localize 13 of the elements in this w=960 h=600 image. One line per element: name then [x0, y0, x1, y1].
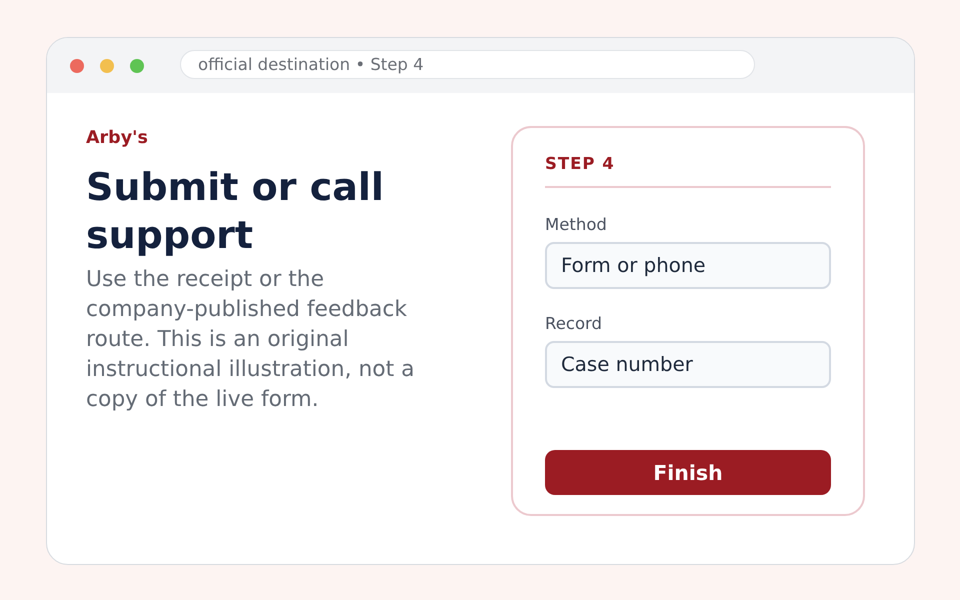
- description-text: Use the receipt or the company-published feedback route. This is an original instructional illustration, not a copy of the live form.: [86, 266, 416, 414]
- step-title: STEP 4: [545, 152, 831, 188]
- window-minimize-icon[interactable]: [100, 58, 114, 72]
- window-maximize-icon[interactable]: [130, 58, 144, 72]
- page-heading: Submit or call support: [86, 164, 385, 259]
- window-close-icon[interactable]: [70, 58, 84, 72]
- address-bar[interactable]: official destination • Step 4: [180, 50, 755, 79]
- brand-name: Arby's: [86, 127, 149, 149]
- finish-button[interactable]: Finish: [545, 450, 831, 495]
- field-label: Method: [545, 215, 607, 235]
- input-field[interactable]: Case number: [545, 341, 831, 388]
- input-field[interactable]: Form or phone: [545, 242, 831, 289]
- field-label: Record: [545, 314, 602, 334]
